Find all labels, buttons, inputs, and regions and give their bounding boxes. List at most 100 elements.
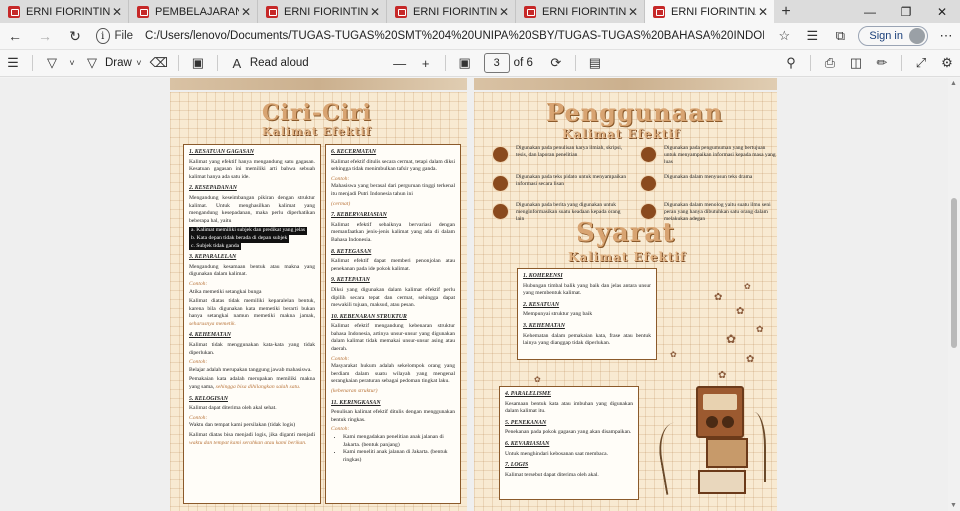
sign-in-button[interactable]: Sign in — [858, 26, 928, 46]
example-text: (kebenaran struktur) — [331, 388, 378, 395]
favorites-bar-icon[interactable]: ☰ — [798, 23, 826, 50]
radio-dial — [703, 394, 737, 410]
browser-tab[interactable]: ERNI FIORINTINA_19080✕ — [387, 0, 516, 23]
minimize-icon[interactable]: — — [852, 0, 888, 23]
section-text: Kalimat tersebut dapat diterima oleh aka… — [505, 471, 599, 478]
syarat-box-1: 1. KOHERENSI Hubungan timbal balik yang b… — [517, 268, 657, 360]
search-icon[interactable]: ⚲ — [778, 50, 804, 77]
scroll-up-icon[interactable]: ▲ — [950, 80, 957, 87]
highlight-icon[interactable]: ▽ — [39, 50, 65, 77]
contents-icon[interactable]: ☰ — [0, 50, 26, 77]
page-number-input[interactable]: 3 — [483, 53, 510, 73]
pdf-icon — [266, 5, 278, 18]
list-item: c. Subjek tidak ganda — [189, 242, 315, 251]
criteria-section: 8. KETEGASAN Kalimat efektif dapat member… — [331, 249, 455, 274]
info-icon[interactable]: i — [96, 28, 110, 44]
fullscreen-icon[interactable]: ⤢ — [908, 50, 934, 77]
new-tab-button[interactable]: + — [774, 0, 798, 23]
butterfly-icon: ✿ — [718, 370, 727, 381]
address-bar: ← → ↻ i File C:/Users/lenovo/Documents/T… — [0, 23, 960, 50]
tab-strip: ERNI FIORINTINA_19080✕PEMBELAJARAN MEMBA… — [0, 0, 960, 23]
butterfly-icon: ✿ — [714, 292, 723, 303]
close-icon[interactable]: ✕ — [368, 5, 382, 19]
collections-icon[interactable]: ⧉ — [826, 23, 854, 50]
section-text: Penulisan kalimat efektif ditulis dengan… — [331, 409, 455, 423]
syarat-box-2: 4. PARALELISME Kesamaan bentuk kata atau … — [499, 386, 639, 500]
list-item: Kami meneliti anak jalanan di Jakarta. (… — [343, 449, 455, 464]
pdf-viewer[interactable]: Ciri-Ciri Kalimat Efektif 1. KESATUAN GA… — [0, 78, 948, 511]
example-text: Waktu dan tempat kami persilakan (tidak … — [189, 422, 296, 429]
divider — [444, 55, 446, 71]
example-text: (cermat) — [331, 200, 351, 207]
restore-icon[interactable]: ❐ — [888, 0, 924, 23]
plant-illustration — [742, 412, 766, 482]
save-as-icon[interactable]: ✏ — [869, 50, 895, 77]
browser-tab[interactable]: ERNI FIORINTINA_19080✕ — [258, 0, 387, 23]
example-list: Kami mengadakan penelitian anak jalanan … — [343, 434, 455, 464]
section-text: Kalimat dapat diterima oleh akal sehat. — [189, 405, 277, 412]
chevron-down-icon[interactable]: ˅ — [132, 50, 146, 77]
read-aloud-icon[interactable]: A — [224, 50, 250, 77]
favorite-icon[interactable]: ☆ — [770, 23, 798, 50]
highlighted-text: a. Kalimat memiliki subjek dan predikat … — [189, 227, 308, 235]
close-icon[interactable]: ✕ — [924, 0, 960, 23]
example-text: Belajar adalah merupakan tanggung jawab … — [189, 366, 312, 373]
close-icon[interactable]: ✕ — [626, 5, 640, 19]
syarat-subtitle: Kalimat Efektif — [568, 250, 687, 264]
eraser-icon[interactable]: ⌫ — [146, 50, 172, 77]
save-icon[interactable]: ◫ — [843, 50, 869, 77]
section-heading: 11. KERINGKASAN — [331, 399, 381, 406]
butterfly-icon: ✿ — [746, 354, 755, 365]
highlighted-text: b. Kata depan tidak berada di depan subj… — [189, 234, 290, 243]
butterfly-icon: ✿ — [736, 306, 745, 317]
tab-title: PEMBELAJARAN MEMBA — [155, 5, 239, 18]
zoom-in-icon[interactable]: + — [413, 50, 439, 77]
settings-icon[interactable]: ⚙ — [934, 50, 960, 77]
browser-tab[interactable]: ERNI FIORINTINA_19080✕ — [645, 0, 774, 23]
back-icon[interactable]: ← — [0, 23, 30, 50]
print-icon[interactable]: ⎙ — [817, 50, 843, 77]
close-icon[interactable]: ✕ — [239, 5, 253, 19]
close-icon[interactable]: ✕ — [756, 5, 770, 19]
tab-title: ERNI FIORINTINA_19080 — [26, 5, 110, 18]
usage-item: Digunakan pada penulisan karya ilmiah, s… — [516, 145, 623, 159]
section-text: Kalimat yang efektif hanya mengandung sa… — [189, 158, 315, 180]
url-field[interactable]: i File C:/Users/lenovo/Documents/TUGAS-T… — [96, 25, 765, 47]
browser-tab[interactable]: PEMBELAJARAN MEMBA✕ — [129, 0, 258, 23]
rotate-icon[interactable]: ⟳ — [543, 50, 569, 77]
browser-tab[interactable]: ERNI FIORINTINA_19080✕ — [516, 0, 645, 23]
scroll-down-icon[interactable]: ▼ — [950, 502, 957, 509]
vertical-scrollbar[interactable]: ▲ ▼ — [948, 78, 960, 511]
browser-tab[interactable]: ERNI FIORINTINA_19080✕ — [0, 0, 129, 23]
tab-title: ERNI FIORINTINA_19080 — [413, 5, 497, 18]
section-text: Diksi yang digunakan dalam kalimat efekt… — [331, 286, 455, 309]
more-menu-icon[interactable]: ⋯ — [932, 23, 960, 50]
page-total: of 6 — [513, 57, 533, 69]
forward-icon[interactable]: → — [30, 23, 60, 50]
scrollbar-thumb[interactable] — [951, 198, 957, 348]
section-heading: 4. PARALELISME — [505, 391, 551, 397]
read-aloud-label[interactable]: Read aloud — [250, 57, 309, 69]
section-text: Kesamaan bentuk kata atau imbuhan yang d… — [505, 400, 633, 415]
close-icon[interactable]: ✕ — [497, 5, 511, 19]
section-text: Untuk menghindari kebosanan saat membaca… — [505, 450, 608, 457]
fit-page-icon[interactable]: ▣ — [452, 50, 478, 77]
draw-label[interactable]: Draw — [105, 57, 132, 69]
text-icon[interactable]: ▣ — [185, 50, 211, 77]
page-view-icon[interactable]: ▤ — [582, 50, 608, 77]
draw-icon[interactable]: ▽ — [79, 50, 105, 77]
section-text-part: Kalimat diatas tidak memiliki keparalela… — [189, 298, 315, 320]
criteria-section: 5. KELOGISAN Kalimat dapat diterima oleh … — [189, 396, 315, 448]
example-text: seharusnya memetik. — [189, 320, 236, 327]
url-path[interactable]: C:/Users/lenovo/Documents/TUGAS-TUGAS%20… — [145, 30, 764, 42]
section-text: Penekanan pada pokok gagasan yang akan d… — [505, 429, 632, 436]
divider — [32, 55, 33, 71]
previous-page-strip — [474, 78, 777, 90]
close-icon[interactable]: ✕ — [110, 5, 124, 19]
radio-knob — [722, 416, 734, 428]
refresh-icon[interactable]: ↻ — [60, 23, 90, 50]
divider — [901, 55, 902, 71]
chevron-down-icon[interactable]: ˅ — [65, 50, 79, 77]
zoom-out-icon[interactable]: — — [387, 50, 413, 77]
criteria-box-2: 6. KECERMATAN Kalimat efektif ditulis sec… — [325, 144, 461, 504]
